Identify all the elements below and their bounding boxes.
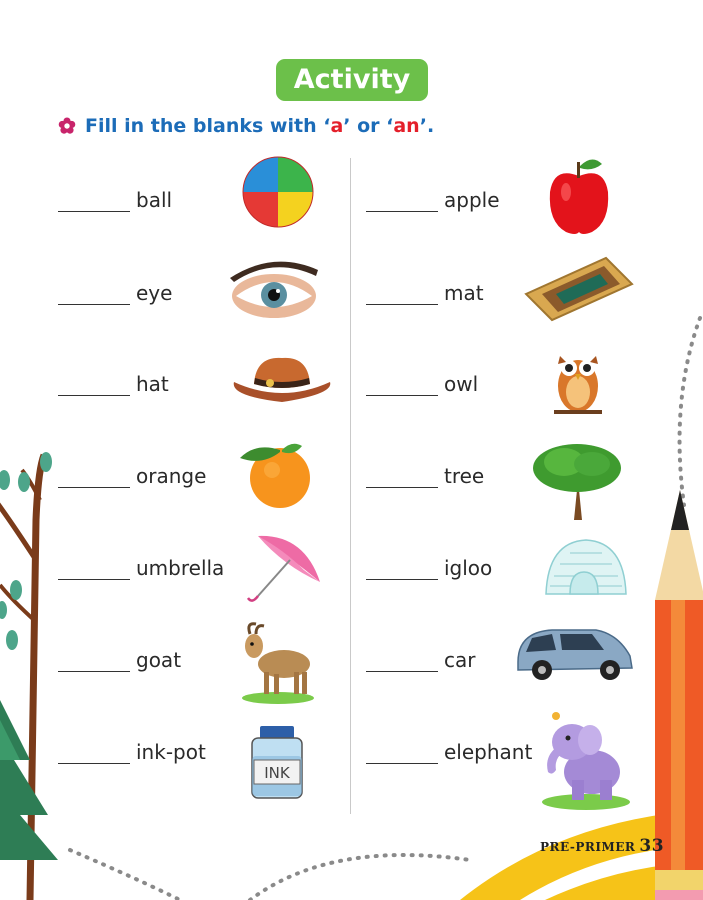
eye-icon	[230, 261, 318, 318]
hat-icon	[233, 357, 331, 402]
answer-blank[interactable]	[58, 647, 130, 672]
item-row-ink-pot: ink-pot	[58, 724, 206, 764]
answer-blank[interactable]	[366, 187, 438, 212]
ink-label: INK	[264, 764, 291, 782]
item-row-apple: apple	[366, 172, 500, 212]
item-row-tree: tree	[366, 448, 484, 488]
item-word: elephant	[444, 740, 533, 764]
item-row-igloo: igloo	[366, 540, 492, 580]
item-word: tree	[444, 464, 485, 488]
item-word: ball	[136, 188, 173, 212]
answer-blank[interactable]	[366, 555, 438, 580]
item-word: igloo	[444, 556, 493, 580]
tree-icon	[533, 444, 621, 520]
option-an: an	[393, 115, 420, 137]
instruction-period: .	[426, 115, 435, 137]
owl-icon	[554, 356, 602, 414]
item-word: mat	[444, 281, 484, 305]
item-word: apple	[444, 188, 500, 212]
footer-label: PRE-PRIMER	[540, 840, 636, 854]
item-word: owl	[444, 372, 479, 396]
ink-pot-icon: INK	[251, 726, 303, 799]
option-a: a	[330, 115, 344, 137]
activity-title: Activity	[276, 59, 428, 101]
flower-icon	[58, 117, 76, 134]
column-divider	[350, 158, 351, 814]
item-row-eye: eye	[58, 265, 172, 305]
ball-icon	[242, 156, 314, 228]
instruction-text: Fill in the blanks with	[85, 115, 324, 137]
item-row-goat: goat	[58, 632, 181, 672]
instruction-line: Fill in the blanks with ‘ a ’ or ‘ an ’ …	[58, 112, 434, 140]
answer-blank[interactable]	[366, 280, 438, 305]
item-row-orange: orange	[58, 448, 206, 488]
quote-open-a: ‘	[323, 115, 331, 137]
item-row-hat: hat	[58, 356, 169, 396]
answer-blank[interactable]	[58, 463, 130, 488]
orange-icon	[240, 443, 310, 508]
answer-blank[interactable]	[58, 371, 130, 396]
answer-blank[interactable]	[366, 739, 438, 764]
mat-icon	[524, 256, 634, 322]
item-row-ball: ball	[58, 172, 172, 212]
car-icon	[517, 629, 633, 680]
item-row-mat: mat	[366, 265, 484, 305]
answer-blank[interactable]	[366, 463, 438, 488]
quote-open-an: ‘	[386, 115, 394, 137]
page-number: 33	[639, 836, 665, 856]
quote-close-an: ’	[419, 115, 427, 137]
quote-close-a: ’	[343, 115, 351, 137]
elephant-icon	[542, 712, 630, 810]
apple-icon	[549, 159, 609, 234]
answer-blank[interactable]	[58, 187, 130, 212]
item-word: hat	[136, 372, 169, 396]
answer-blank[interactable]	[366, 647, 438, 672]
item-word: ink-pot	[136, 740, 206, 764]
item-word: umbrella	[136, 556, 225, 580]
item-row-owl: owl	[366, 356, 478, 396]
item-row-car: car	[366, 632, 475, 672]
goat-icon	[242, 622, 314, 704]
answer-blank[interactable]	[58, 280, 130, 305]
item-word: goat	[136, 648, 182, 672]
instruction-or: or	[350, 115, 387, 137]
item-word: eye	[136, 281, 173, 305]
igloo-icon	[545, 539, 627, 595]
item-row-umbrella: umbrella	[58, 540, 224, 580]
item-word: car	[444, 648, 476, 672]
item-word: orange	[136, 464, 207, 488]
umbrella-icon	[246, 535, 320, 602]
answer-blank[interactable]	[58, 555, 130, 580]
answer-blank[interactable]	[58, 739, 130, 764]
page-footer: PRE-PRIMER 33	[540, 836, 664, 856]
item-row-elephant: elephant	[366, 724, 532, 764]
answer-blank[interactable]	[366, 371, 438, 396]
